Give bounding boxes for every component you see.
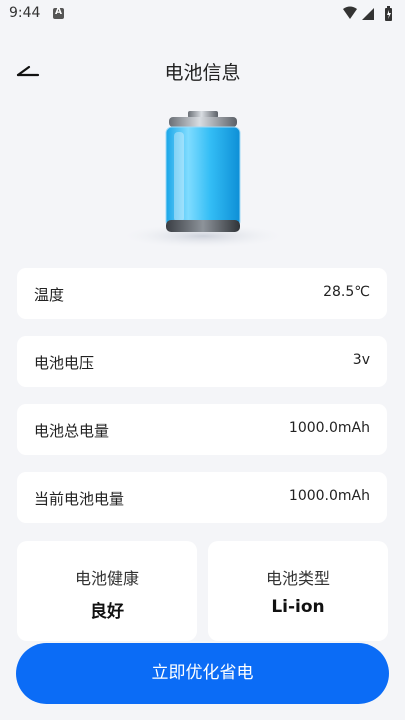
total-capacity-value: 1000.0mAh: [288, 420, 370, 436]
total-capacity-row: 电池总电量 1000.0mAh: [17, 404, 387, 455]
temperature-row: 温度 28.5℃: [17, 268, 387, 319]
page-title: 电池信息: [164, 62, 241, 84]
status-icons: [343, 6, 392, 21]
temperature-value: 28.5℃: [323, 284, 370, 300]
battery-health-label: 电池健康: [74, 569, 139, 588]
status-bar: 9:44 A: [0, 0, 405, 28]
status-time: 9:44: [9, 5, 41, 21]
battery-voltage-label: 电池电压: [34, 354, 95, 372]
battery-type-card: 电池类型 Li-ion: [208, 541, 388, 641]
wifi-icon: [343, 6, 357, 19]
optimize-now-button[interactable]: 立即优化省电: [16, 643, 389, 704]
current-capacity-label: 当前电池电量: [34, 490, 125, 508]
battery-type-label: 电池类型: [265, 569, 330, 588]
battery-voltage-row: 电池电压 3v: [17, 336, 387, 387]
temperature-label: 温度: [34, 286, 65, 304]
battery-voltage-value: 3v: [352, 352, 370, 368]
battery-health-card: 电池健康 良好: [17, 541, 197, 641]
cellular-signal-icon: [362, 8, 374, 20]
battery-icon: [123, 111, 283, 248]
battery-type-value: Li-ion: [271, 597, 325, 617]
battery-illustration: [118, 108, 288, 253]
current-capacity-value: 1000.0mAh: [288, 488, 370, 504]
notification-badge: A: [55, 7, 62, 17]
current-capacity-row: 当前电池电量 1000.0mAh: [17, 472, 387, 523]
total-capacity-label: 电池总电量: [34, 422, 110, 440]
notification-icon: A: [53, 7, 64, 19]
battery-health-value: 良好: [90, 602, 124, 622]
